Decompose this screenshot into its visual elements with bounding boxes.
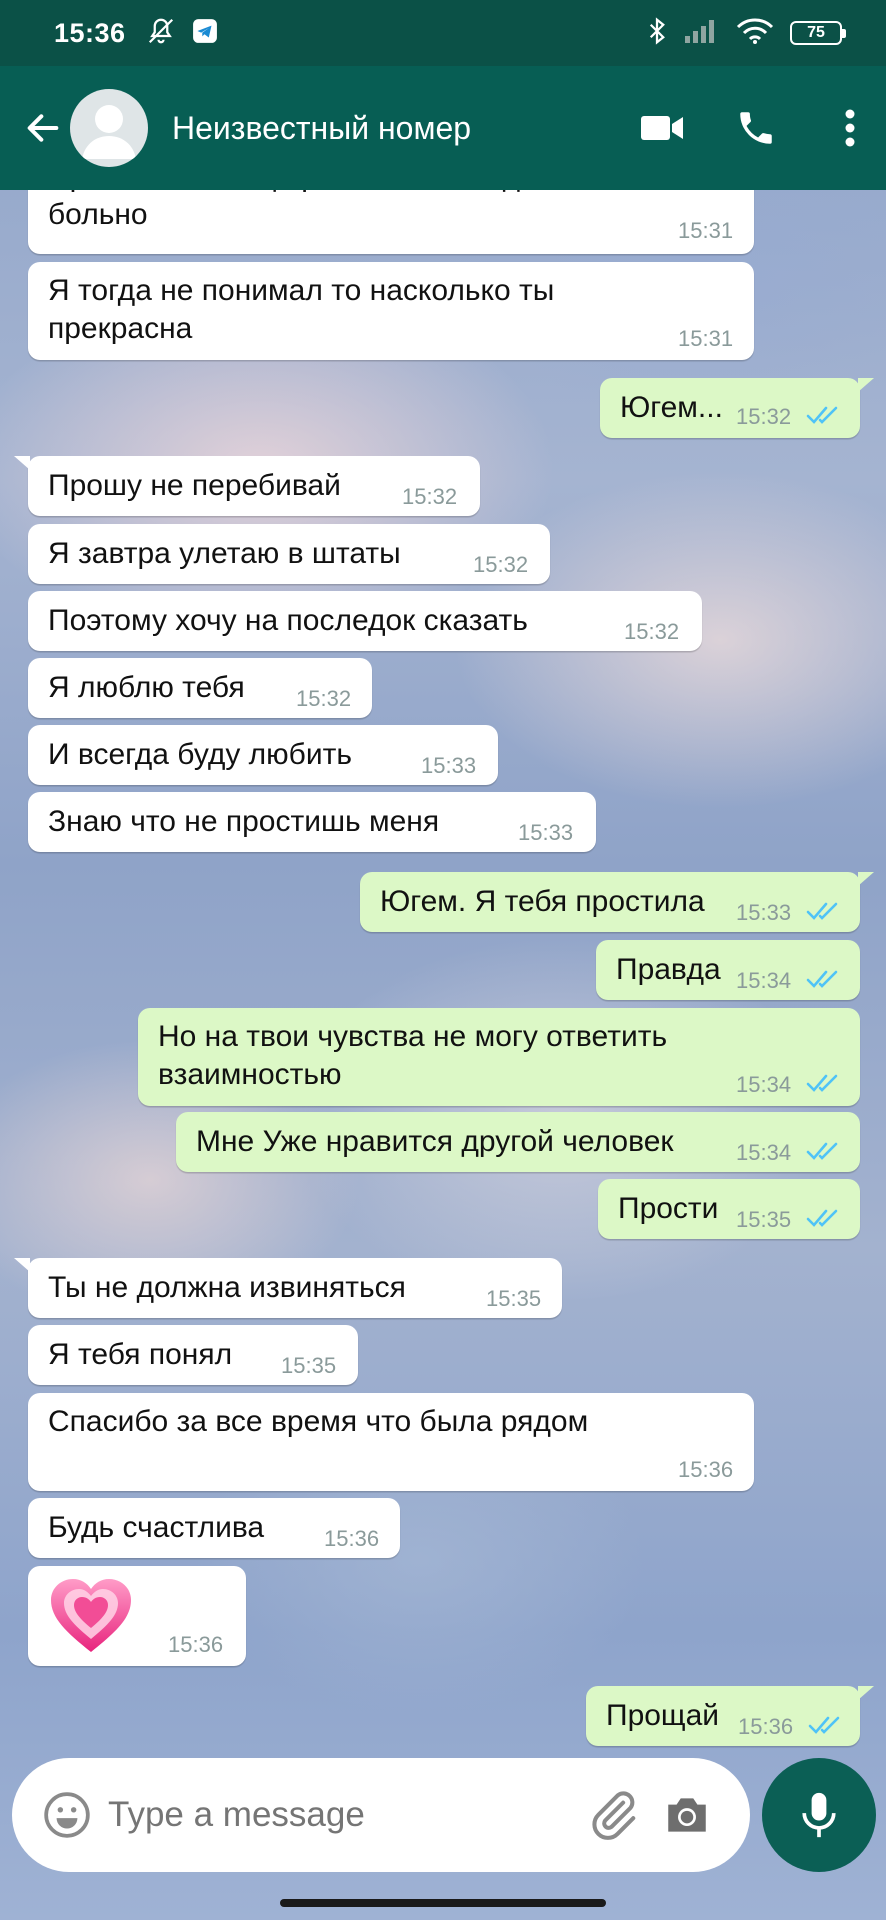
- read-checks-icon: [806, 1142, 838, 1160]
- growing-heart-icon: [48, 1576, 134, 1656]
- phone-icon: [740, 112, 772, 144]
- message-text: Я тогда не понимал то насколько ты прекр…: [48, 274, 555, 345]
- message-text: Знаю что не простишь меня: [48, 805, 440, 838]
- message-bubble-incoming[interactable]: Спасибо за все время что была рядом 15:3…: [28, 1393, 754, 1491]
- message-text: Прощай: [606, 1699, 720, 1732]
- message-bubble-incoming[interactable]: Я тогда не понимал то насколько ты прекр…: [28, 262, 754, 360]
- message-bubble-outgoing[interactable]: Мне Уже нравится другой человек 15:34: [176, 1112, 860, 1172]
- default-avatar-icon: [82, 105, 136, 159]
- message-text: Ты не должна извиняться: [48, 1271, 406, 1304]
- message-bubble-outgoing[interactable]: Правда 15:34: [596, 940, 860, 1000]
- attach-button[interactable]: [586, 1788, 640, 1842]
- message-time: 15:33: [736, 900, 792, 925]
- read-checks-icon: [806, 902, 838, 920]
- message-text: Будь счастлива: [48, 1511, 265, 1544]
- message-text: Югем. Я тебя простила: [380, 885, 705, 918]
- contact-avatar[interactable]: [70, 89, 148, 167]
- back-button[interactable]: [16, 98, 70, 158]
- message-time: 15:32: [473, 552, 529, 577]
- message-text: Я люблю тебя: [48, 671, 245, 704]
- mute-bell-icon: [146, 16, 176, 51]
- message-time: 15:36: [678, 1457, 734, 1482]
- message-text: Прошу не перебивай: [48, 469, 341, 502]
- read-checks-icon: [806, 406, 838, 424]
- message-bubble-outgoing[interactable]: Но на твои чувства не могу ответить взаи…: [138, 1008, 860, 1106]
- message-bubble-outgoing[interactable]: Югем. Я тебя простила 15:33: [360, 872, 874, 932]
- microphone-icon: [802, 1792, 836, 1838]
- camera-icon: [668, 1798, 706, 1832]
- read-checks-icon: [808, 1716, 840, 1734]
- message-input[interactable]: [108, 1795, 578, 1835]
- message-bubble-incoming[interactable]: Знаю что не простишь меня 15:33: [28, 792, 596, 852]
- message-time: 15:35: [281, 1353, 337, 1378]
- read-checks-icon: [806, 1074, 838, 1092]
- back-arrow-icon: [27, 114, 59, 142]
- message-list: Прости меня еще раз за то что сделал теб…: [0, 190, 886, 1752]
- message-bubble-incoming[interactable]: Поэтому хочу на последок сказать 15:32: [28, 591, 702, 651]
- message-time: 15:32: [296, 686, 352, 711]
- message-text: Югем...: [620, 391, 723, 424]
- message-text: Я тебя понял: [48, 1338, 233, 1371]
- message-bubble-incoming[interactable]: И всегда буду любить 15:33: [28, 725, 498, 785]
- message-text: Прости: [618, 1192, 719, 1225]
- message-text: Правда: [616, 953, 721, 986]
- message-time: 15:32: [402, 484, 458, 509]
- message-bubble-incoming[interactable]: Я тебя понял 15:35: [28, 1325, 358, 1385]
- message-bubble-incoming[interactable]: Я завтра улетаю в штаты 15:32: [28, 524, 550, 584]
- message-time: 15:34: [736, 968, 792, 993]
- message-bubble-incoming[interactable]: Прошу не перебивай 15:32: [14, 456, 480, 516]
- message-time: 15:33: [421, 753, 477, 778]
- message-bubble-outgoing[interactable]: Прощай 15:36: [586, 1686, 874, 1746]
- read-checks-icon: [806, 970, 838, 988]
- message-text: И всегда буду любить: [48, 738, 352, 771]
- contact-name[interactable]: Неизвестный номер: [172, 110, 471, 147]
- message-bubble-incoming[interactable]: Прости меня еще раз за то что сделал теб…: [28, 190, 754, 254]
- message-bubble-outgoing[interactable]: Прости 15:35: [598, 1179, 860, 1239]
- paperclip-icon: [592, 1791, 636, 1840]
- status-bar: 15:36 75: [0, 0, 886, 66]
- message-time: 15:33: [518, 820, 574, 845]
- more-options-button[interactable]: [820, 98, 880, 158]
- emoji-button[interactable]: [42, 1790, 92, 1840]
- message-bubble-outgoing[interactable]: Югем... 15:32: [600, 378, 874, 438]
- message-time: 15:36: [324, 1526, 380, 1551]
- message-bubble-incoming[interactable]: Ты не должна извиняться 15:35: [14, 1258, 562, 1318]
- message-time: 15:34: [736, 1072, 792, 1097]
- camera-button[interactable]: [662, 1790, 712, 1840]
- message-text: Прости меня еще раз за то что сделал теб…: [48, 190, 659, 231]
- message-time: 15:34: [736, 1140, 792, 1165]
- message-bubble-incoming[interactable]: Будь счастлива 15:36: [28, 1498, 400, 1558]
- signal-icon: [684, 18, 720, 49]
- message-time: 15:32: [736, 404, 792, 429]
- message-text: Я завтра улетаю в штаты: [48, 537, 401, 570]
- chat-header: Неизвестный номер: [0, 66, 886, 190]
- message-time: 15:35: [736, 1207, 792, 1232]
- smiley-icon: [44, 1792, 90, 1838]
- home-indicator[interactable]: [280, 1899, 606, 1907]
- message-bubble-incoming[interactable]: 15:36: [28, 1566, 246, 1666]
- voice-record-button[interactable]: [762, 1758, 876, 1872]
- message-text: Но на твои чувства не могу ответить взаи…: [158, 1020, 668, 1091]
- message-composer: [12, 1758, 750, 1872]
- read-checks-icon: [806, 1209, 838, 1227]
- message-time: 15:36: [168, 1632, 224, 1657]
- video-call-button[interactable]: [632, 98, 692, 158]
- message-bubble-incoming[interactable]: Я люблю тебя 15:32: [28, 658, 372, 718]
- message-text: Спасибо за все время что была рядом: [48, 1405, 589, 1438]
- message-text: Поэтому хочу на последок сказать: [48, 604, 528, 637]
- message-time: 15:32: [624, 619, 680, 644]
- telegram-icon: [192, 18, 218, 49]
- message-text: Мне Уже нравится другой человек: [196, 1125, 674, 1158]
- kebab-menu-icon: [845, 109, 855, 147]
- message-time: 15:35: [486, 1286, 542, 1311]
- wifi-icon: [736, 17, 774, 50]
- bluetooth-icon: [646, 16, 668, 51]
- status-time: 15:36: [54, 17, 126, 48]
- video-camera-icon: [641, 116, 683, 140]
- message-time: 15:31: [678, 218, 734, 243]
- message-time: 15:36: [738, 1714, 794, 1739]
- message-time: 15:31: [678, 326, 734, 351]
- battery-indicator: 75: [790, 21, 846, 45]
- voice-call-button[interactable]: [726, 98, 786, 158]
